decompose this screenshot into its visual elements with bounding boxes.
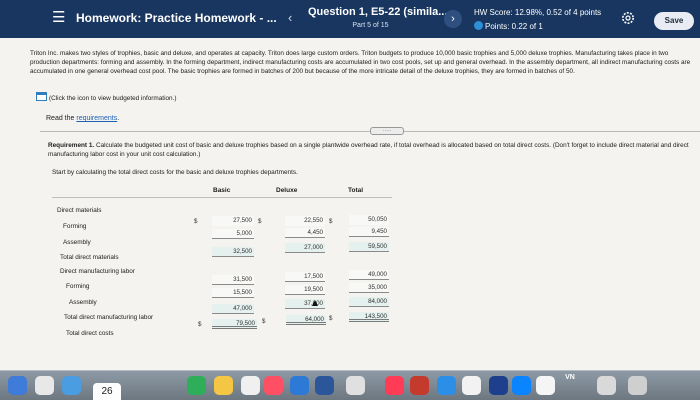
requirements-link[interactable]: requirements bbox=[76, 115, 117, 122]
row-label-total-dm: Total direct materials bbox=[60, 254, 119, 261]
row-label-dl-assembly: Assembly bbox=[69, 299, 97, 306]
problem-intro: Triton Inc. makes two styles of trophies… bbox=[30, 50, 691, 75]
points-text: Points: 0.22 of 1 bbox=[485, 22, 543, 31]
language-indicator[interactable]: VN bbox=[560, 371, 580, 384]
dl-assembly-deluxe[interactable]: 19,500 bbox=[285, 285, 325, 295]
dm-total-basic[interactable]: 32,500 bbox=[212, 247, 254, 257]
cursor-arrow-icon bbox=[312, 300, 318, 306]
question-part: Part 5 of 15 bbox=[352, 22, 389, 29]
notes-icon[interactable] bbox=[214, 376, 233, 395]
currency-symbol: $ bbox=[329, 315, 333, 322]
divider-handle[interactable]: ····· bbox=[370, 127, 404, 135]
row-label-total-dl: Total direct manufacturing labor bbox=[64, 314, 154, 321]
requirement-1: Requirement 1. Calculate the budgeted un… bbox=[48, 141, 698, 159]
row-label-dl-forming: Forming bbox=[66, 283, 90, 290]
currency-symbol: $ bbox=[198, 321, 202, 328]
trash-icon[interactable] bbox=[628, 376, 647, 395]
music-icon[interactable] bbox=[264, 376, 283, 395]
col-header-basic: Basic bbox=[213, 187, 231, 194]
budget-info-link[interactable]: (Click the icon to view budgeted informa… bbox=[36, 92, 177, 102]
read-suffix: . bbox=[117, 115, 120, 122]
currency-symbol: $ bbox=[194, 218, 198, 225]
preview-icon[interactable] bbox=[346, 376, 365, 395]
appstore-icon[interactable] bbox=[290, 376, 309, 395]
currency-symbol: $ bbox=[329, 218, 333, 225]
chevron-right-icon[interactable]: › bbox=[444, 10, 462, 28]
points-status: Points: 0.22 of 1 bbox=[474, 21, 543, 31]
dm-assembly-deluxe[interactable]: 4,450 bbox=[285, 228, 325, 238]
total-direct-total[interactable]: 143,500 bbox=[349, 312, 389, 322]
currency-symbol: $ bbox=[262, 318, 266, 325]
currency-symbol: $ bbox=[258, 218, 262, 225]
read-prefix: Read the bbox=[46, 115, 77, 122]
dl-total-deluxe[interactable]: 37,000 bbox=[285, 299, 325, 309]
reminders-icon[interactable] bbox=[241, 376, 260, 395]
dm-assembly-basic[interactable]: 5,000 bbox=[212, 229, 254, 239]
dm-total-deluxe[interactable]: 27,000 bbox=[285, 243, 325, 253]
facetime-icon[interactable] bbox=[187, 376, 206, 395]
hamburger-icon[interactable]: ☰ bbox=[52, 9, 65, 27]
read-requirements: Read the requirements. bbox=[46, 115, 119, 122]
homework-title: Homework: Practice Homework - ... bbox=[76, 11, 277, 25]
calendar-icon[interactable]: 26 bbox=[93, 383, 121, 400]
row-label-dm-forming: Forming bbox=[63, 223, 87, 230]
safari-icon[interactable] bbox=[62, 376, 81, 395]
chevron-left-icon[interactable]: ‹ bbox=[288, 10, 292, 25]
dl-total-total[interactable]: 84,000 bbox=[349, 297, 389, 307]
col-header-total: Total bbox=[348, 187, 364, 194]
zoom-icon[interactable] bbox=[437, 376, 456, 395]
word-icon[interactable] bbox=[315, 376, 334, 395]
launchpad-icon[interactable] bbox=[35, 376, 54, 395]
budget-link-text: (Click the icon to view budgeted informa… bbox=[49, 95, 177, 102]
requirement-text: Calculate the budgeted unit cost of basi… bbox=[48, 142, 689, 158]
total-direct-basic[interactable]: 79,500 bbox=[212, 319, 257, 329]
total-direct-deluxe[interactable]: 64,000 bbox=[286, 315, 326, 325]
row-label-total-direct-costs: Total direct costs bbox=[66, 330, 114, 337]
dl-assembly-basic[interactable]: 15,500 bbox=[212, 288, 254, 298]
folder-icon[interactable] bbox=[597, 376, 616, 395]
save-button[interactable]: Save bbox=[654, 12, 694, 30]
top-bar: ☰ Homework: Practice Homework - ... ‹ Qu… bbox=[0, 0, 700, 38]
dl-forming-deluxe[interactable]: 17,500 bbox=[285, 272, 325, 282]
col-header-deluxe: Deluxe bbox=[276, 187, 298, 194]
dm-forming-deluxe[interactable]: 22,550 bbox=[285, 216, 325, 226]
status-dot-icon bbox=[474, 21, 483, 30]
hw-score: HW Score: 12.98%, 0.52 of 4 points bbox=[474, 8, 602, 17]
dm-forming-basic[interactable]: 27,500 bbox=[212, 216, 254, 226]
dm-assembly-total[interactable]: 9,450 bbox=[349, 227, 389, 237]
instruction-text: Start by calculating the total direct co… bbox=[52, 169, 298, 176]
messenger-icon[interactable] bbox=[489, 376, 508, 395]
dl-forming-basic[interactable]: 31,500 bbox=[212, 275, 254, 285]
dl-total-basic[interactable]: 47,000 bbox=[212, 304, 254, 314]
finder-icon[interactable] bbox=[8, 376, 27, 395]
chrome-icon[interactable] bbox=[462, 376, 481, 395]
requirement-label: Requirement 1. bbox=[48, 142, 95, 149]
dm-total-total[interactable]: 59,500 bbox=[349, 242, 389, 252]
powerpoint-icon[interactable] bbox=[410, 376, 429, 395]
dl-forming-total[interactable]: 49,000 bbox=[349, 270, 389, 280]
row-label-direct-materials: Direct materials bbox=[57, 207, 102, 214]
mail-icon[interactable] bbox=[385, 376, 404, 395]
photos-icon[interactable] bbox=[536, 376, 555, 395]
globe-icon[interactable] bbox=[512, 376, 531, 395]
dl-assembly-total[interactable]: 35,000 bbox=[349, 283, 389, 293]
gear-icon[interactable] bbox=[621, 11, 635, 25]
question-title[interactable]: Question 1, E5-22 (simila... bbox=[308, 6, 447, 18]
row-label-direct-labor: Direct manufacturing labor bbox=[60, 268, 135, 275]
homework-screen: ☰ Homework: Practice Homework - ... ‹ Qu… bbox=[0, 0, 700, 400]
row-label-dm-assembly: Assembly bbox=[63, 239, 91, 246]
table-icon[interactable] bbox=[36, 92, 47, 101]
dm-forming-total[interactable]: 50,050 bbox=[349, 215, 389, 225]
